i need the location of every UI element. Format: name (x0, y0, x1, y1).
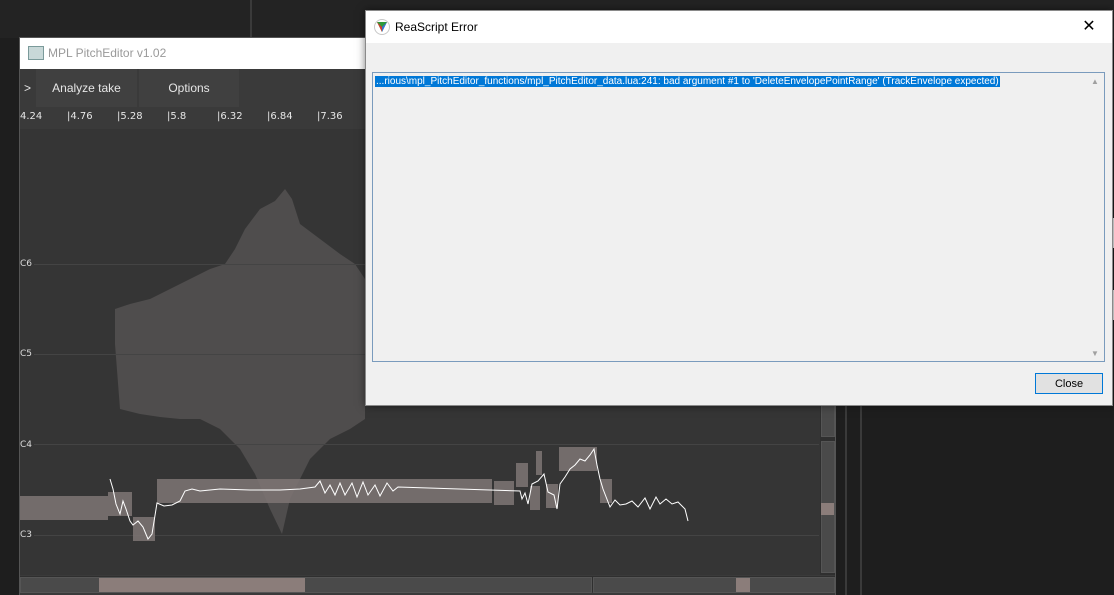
zoom-scroll-thumb[interactable] (736, 578, 750, 592)
horizontal-scroll-thumb[interactable] (99, 578, 305, 592)
vertical-scroll-thumb[interactable] (821, 503, 834, 515)
expand-button[interactable]: > (20, 69, 35, 107)
vertical-scroll-segment[interactable] (821, 403, 835, 437)
close-icon[interactable]: ✕ (1066, 11, 1112, 43)
window-icon (28, 46, 44, 60)
scroll-up-icon[interactable]: ▲ (1091, 77, 1099, 86)
ruler-tick: |6.84 (267, 111, 293, 122)
reascript-error-dialog: ReaScript Error ✕ ...rious\mpl_PitchEdit… (365, 10, 1113, 406)
ruler-tick: |5.28 (117, 111, 143, 122)
ruler-tick: |6.32 (217, 111, 243, 122)
reaper-logo-icon (374, 19, 390, 35)
vertical-scrollbar[interactable] (820, 399, 835, 575)
ruler-tick: |7.36 (317, 111, 343, 122)
error-message-box[interactable]: ...rious\mpl_PitchEditor_functions/mpl_P… (372, 72, 1105, 362)
error-message-text[interactable]: ...rious\mpl_PitchEditor_functions/mpl_P… (375, 76, 1000, 87)
horizontal-scrollbar[interactable] (20, 576, 835, 593)
error-box-scrollbar[interactable]: ▲ ▼ (1088, 73, 1104, 361)
close-button[interactable]: Close (1035, 373, 1103, 394)
horizontal-scroll-track[interactable] (20, 577, 592, 593)
zoom-scroll-track[interactable] (593, 577, 835, 593)
ruler-tick: 4.24 (20, 111, 43, 122)
background-divider (845, 404, 847, 595)
ruler-tick: |4.76 (67, 111, 93, 122)
scroll-down-icon[interactable]: ▼ (1091, 349, 1099, 358)
analyze-take-button[interactable]: Analyze take (36, 69, 137, 107)
options-button[interactable]: Options (139, 69, 239, 107)
dialog-title: ReaScript Error (395, 20, 478, 34)
editor-title: MPL PitchEditor v1.02 (48, 46, 167, 60)
dialog-titlebar[interactable]: ReaScript Error ✕ (366, 11, 1112, 43)
background-divider (860, 404, 862, 595)
ruler-tick: |5.8 (167, 111, 187, 122)
background-divider (250, 0, 252, 38)
